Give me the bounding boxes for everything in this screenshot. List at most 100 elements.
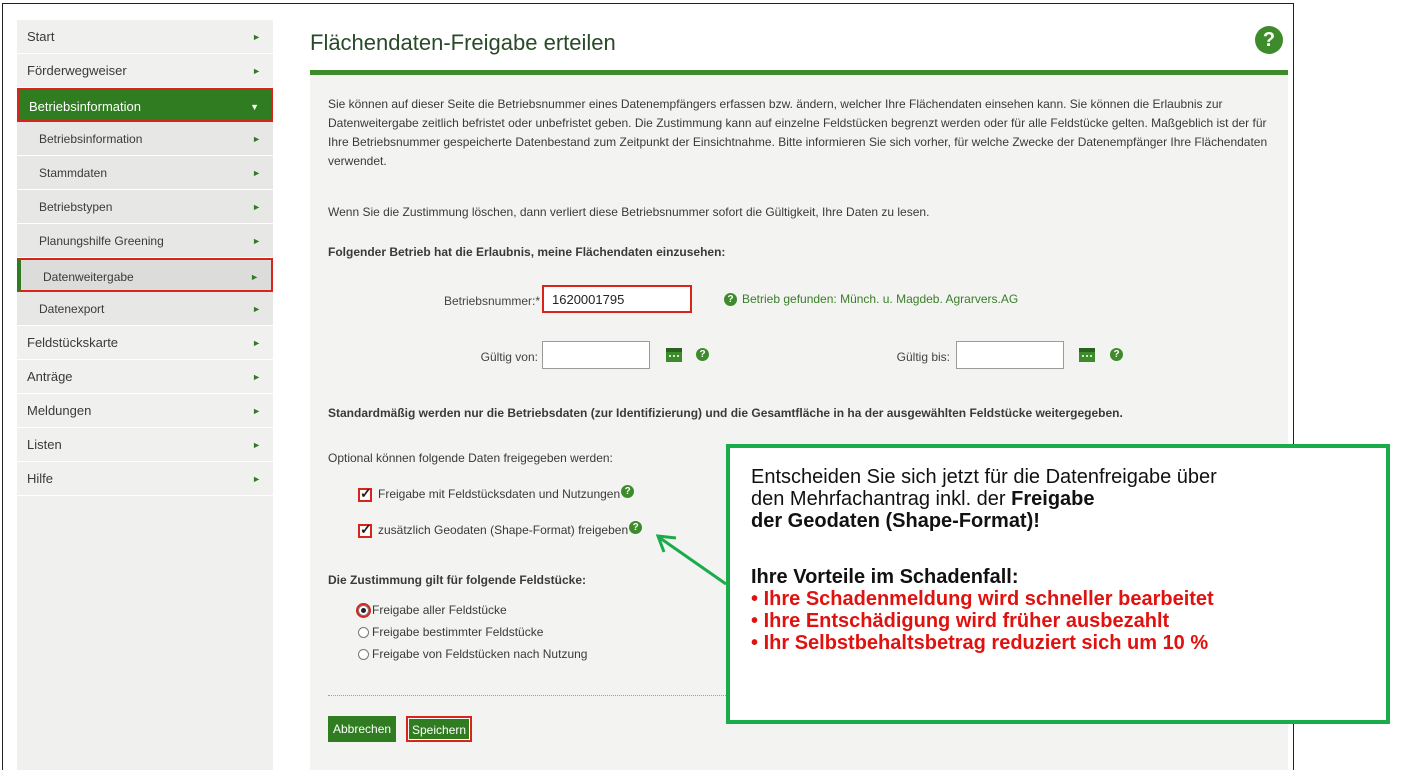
help-icon[interactable]: ? (621, 485, 635, 498)
radio-freigabe-bestimmter[interactable]: Freigabe bestimmter Feldstücke (358, 625, 543, 639)
gueltig-bis-label: Gültig bis: (896, 350, 950, 364)
checkbox-geodaten[interactable]: zusätzlich Geodaten (Shape-Format) freig… (358, 521, 643, 538)
chevron-right-icon: ► (252, 134, 261, 144)
checkbox-label: Freigabe mit Feldstücksdaten und Nutzung… (378, 487, 621, 501)
callout-line: Entscheiden Sie sich jetzt für die Daten… (751, 466, 1217, 488)
radio-selected[interactable] (356, 603, 371, 619)
chevron-right-icon: ► (252, 202, 261, 212)
sidebar-item-listen[interactable]: Listen ► (17, 428, 273, 462)
advantages-heading: Ihre Vorteile im Schadenfall: (751, 566, 1019, 588)
betrieb-found-message: Betrieb gefunden: Münch. u. Magdeb. Agra… (742, 292, 1019, 306)
chevron-right-icon: ► (252, 304, 261, 314)
checkbox-checked[interactable] (358, 485, 372, 502)
callout-bold-line: der Geodaten (Shape-Format)! (751, 510, 1040, 532)
pointer-arrow-icon (655, 534, 727, 586)
chevron-right-icon: ► (252, 440, 261, 450)
chevron-right-icon: ► (252, 32, 261, 42)
bullet-icon: • (751, 632, 759, 654)
advantage-text: Ihre Schadenmeldung wird schneller bearb… (763, 588, 1214, 610)
sidebar-nav: Start ► Förderwegweiser ► Betriebsinformat… (17, 20, 273, 770)
sidebar-item-feldstueckskarte[interactable]: Feldstückskarte ► (17, 326, 273, 360)
radio-label: Freigabe aller Feldstücke (372, 603, 507, 617)
sidebar-subitem-betriebsinformation[interactable]: Betriebsinformation ► (17, 122, 273, 156)
checkbox-label: zusätzlich Geodaten (Shape-Format) freig… (378, 523, 629, 537)
chevron-down-icon: ▼ (250, 102, 259, 112)
delete-note: Wenn Sie die Zustimmung löschen, dann ve… (328, 205, 930, 219)
sidebar-item-label: Start (27, 29, 55, 44)
save-button[interactable]: Speichern (406, 716, 473, 742)
page-title: Flächendaten-Freigabe erteilen (310, 30, 616, 55)
sidebar-item-label: Betriebsinformation (39, 132, 143, 146)
sidebar-item-label: Planungshilfe Greening (39, 234, 164, 248)
help-icon[interactable]: ? (724, 293, 737, 306)
bullet-icon: • (751, 610, 759, 632)
advantage-text: Ihr Selbstbehaltsbetrag reduziert sich u… (763, 632, 1209, 654)
sidebar-item-label: Förderwegweiser (27, 63, 127, 78)
sidebar-item-meldungen[interactable]: Meldungen ► (17, 394, 273, 428)
callout-text: den Mehrfachantrag inkl. der (751, 488, 1012, 510)
sidebar-item-label: Betriebstypen (39, 200, 113, 214)
chevron-right-icon: ► (252, 168, 261, 178)
betriebsnummer-input[interactable]: 1620001795 (542, 285, 692, 313)
intro-text: Sie können auf dieser Seite die Betriebs… (328, 97, 1268, 168)
sidebar-item-label: Listen (27, 437, 62, 452)
sidebar-item-label: Betriebsinformation (29, 99, 141, 114)
advantage-item: • Ihre Entschädigung wird früher ausbeza… (751, 610, 1366, 632)
gueltig-von-label: Gültig von: (480, 350, 538, 364)
radio-freigabe-aller[interactable]: Freigabe aller Feldstücke (356, 603, 507, 619)
sidebar-subitem-planungshilfe-greening[interactable]: Planungshilfe Greening ► (17, 224, 273, 258)
permission-heading: Folgender Betrieb hat die Erlaubnis, mei… (328, 245, 726, 259)
sidebar-item-start[interactable]: Start ► (17, 20, 273, 54)
sidebar-item-foerderwegweiser[interactable]: Förderwegweiser ► (17, 54, 273, 88)
chevron-right-icon: ► (252, 338, 261, 348)
radio-label: Freigabe von Feldstücken nach Nutzung (372, 647, 588, 661)
help-icon[interactable]: ? (1110, 348, 1123, 361)
sidebar-item-hilfe[interactable]: Hilfe ► (17, 462, 273, 496)
sidebar-item-label: Datenexport (39, 302, 105, 316)
sidebar-subitem-stammdaten[interactable]: Stammdaten ► (17, 156, 273, 190)
betriebsnummer-label: Betriebsnummer:* (443, 294, 540, 308)
chevron-right-icon: ► (252, 474, 261, 484)
sidebar-item-label: Feldstückskarte (27, 335, 119, 350)
sidebar-subitem-betriebstypen[interactable]: Betriebstypen ► (17, 190, 273, 224)
sidebar-item-label: Anträge (27, 369, 73, 384)
checkbox-feldstuecksdaten[interactable]: Freigabe mit Feldstücksdaten und Nutzung… (358, 485, 635, 502)
sidebar-subitem-datenweitergabe[interactable]: Datenweitergabe ► (17, 258, 273, 292)
zustimmung-heading: Die Zustimmung gilt für folgende Feldstü… (328, 573, 587, 587)
sidebar-item-label: Meldungen (27, 403, 92, 418)
calendar-icon[interactable] (666, 348, 682, 362)
radio-freigabe-nutzung[interactable]: Freigabe von Feldstücken nach Nutzung (358, 647, 587, 661)
gueltig-von-input[interactable] (542, 341, 650, 369)
checkbox-checked[interactable] (358, 521, 372, 538)
optional-text: Optional können folgende Daten freigegeb… (328, 451, 613, 465)
chevron-right-icon: ► (252, 236, 261, 246)
chevron-right-icon: ► (250, 272, 259, 282)
advantage-item: • Ihr Selbstbehaltsbetrag reduziert sich… (751, 632, 1366, 654)
radio-unselected[interactable] (358, 649, 369, 661)
gueltig-bis-input[interactable] (956, 341, 1064, 369)
sidebar-item-antraege[interactable]: Anträge ► (17, 360, 273, 394)
help-icon[interactable]: ? (696, 348, 709, 361)
sidebar-item-label: Hilfe (27, 471, 54, 486)
bullet-icon: • (751, 588, 759, 610)
info-callout: Entscheiden Sie sich jetzt für die Daten… (726, 444, 1390, 724)
sidebar-subitem-datenexport[interactable]: Datenexport ► (17, 292, 273, 326)
chevron-right-icon: ► (252, 372, 261, 382)
radio-label: Freigabe bestimmter Feldstücke (372, 625, 544, 639)
help-icon[interactable]: ? (629, 521, 643, 534)
sidebar-item-label: Stammdaten (39, 166, 108, 180)
radio-unselected[interactable] (358, 627, 369, 639)
advantage-item: • Ihre Schadenmeldung wird schneller bea… (751, 588, 1366, 610)
calendar-icon[interactable] (1079, 348, 1095, 362)
sidebar-item-betriebsinformation[interactable]: Betriebsinformation ▼ (17, 88, 273, 122)
sidebar-item-label: Datenweitergabe (43, 270, 134, 284)
cancel-button[interactable]: Abbrechen (328, 716, 397, 742)
callout-line: den Mehrfachantrag inkl. der Freigabe (751, 488, 1366, 510)
chevron-right-icon: ► (252, 406, 261, 416)
callout-bold-text: Freigabe (1011, 488, 1095, 510)
chevron-right-icon: ► (252, 66, 261, 76)
standard-text: Standardmäßig werden nur die Betriebsdat… (328, 406, 1123, 420)
help-icon[interactable]: ? (1255, 26, 1283, 54)
